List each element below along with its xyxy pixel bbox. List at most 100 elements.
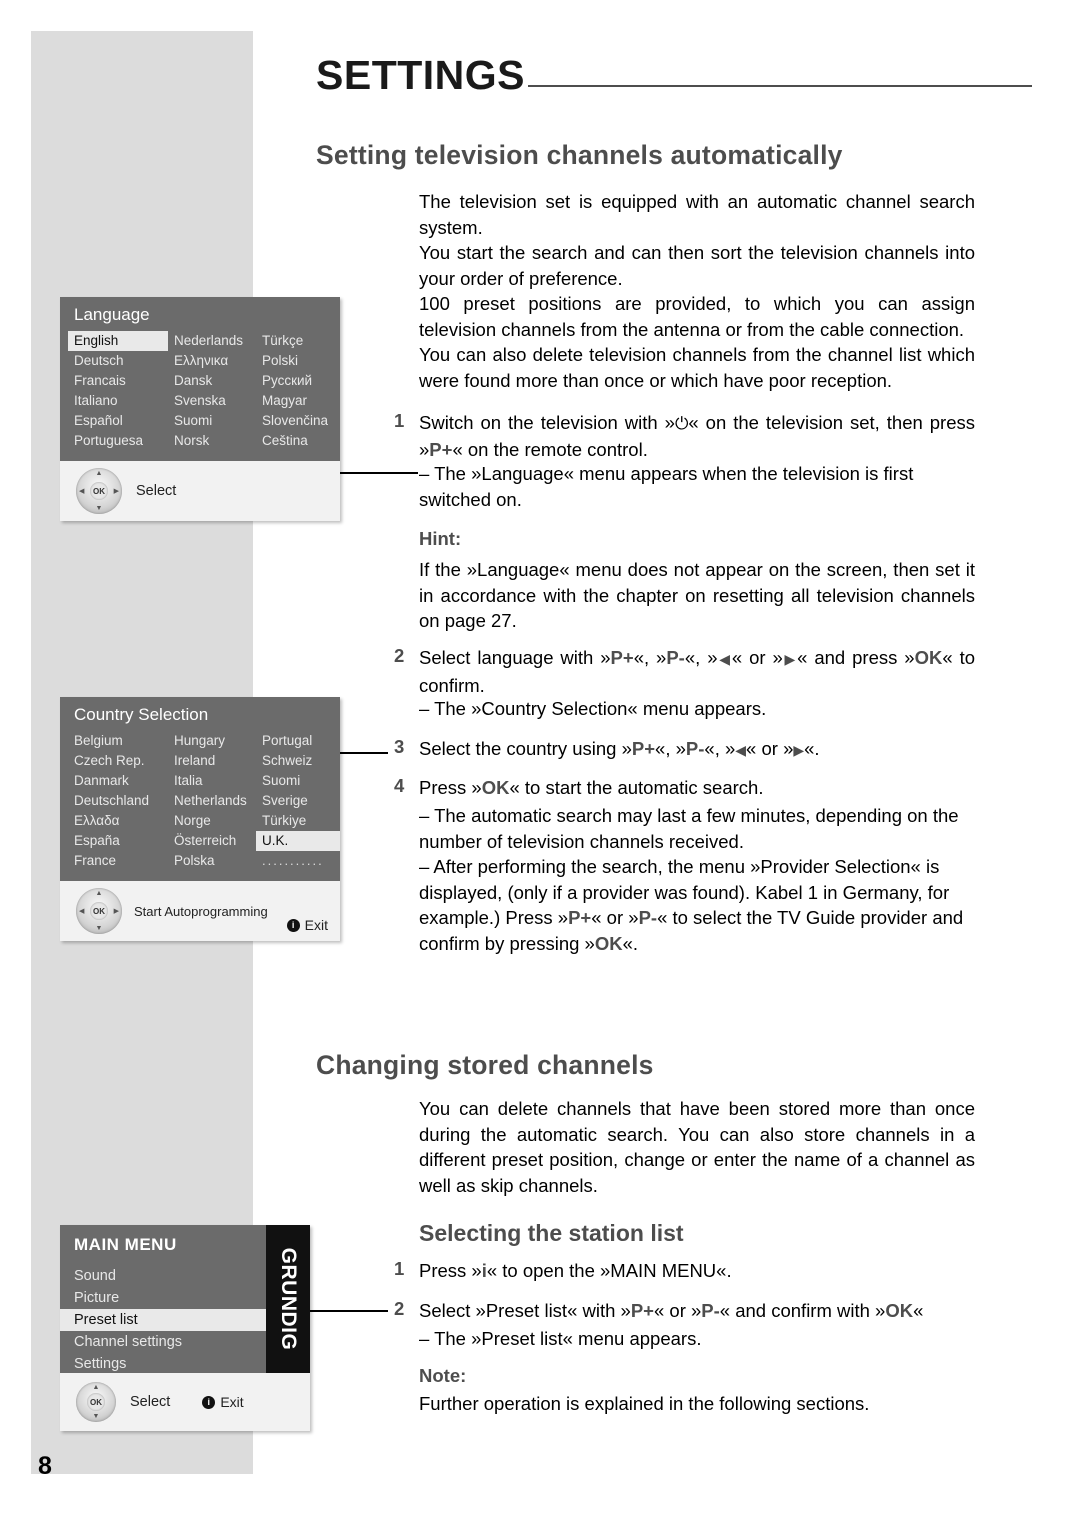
step-4-a: Press » (419, 777, 482, 798)
step-4-text: Press »OK« to start the automatic search… (419, 775, 975, 801)
country-item-turkiye[interactable]: Türkiye (256, 811, 340, 831)
language-item-suomi[interactable]: Suomi (168, 411, 256, 431)
language-item-turkce[interactable]: Türkçe (256, 331, 340, 351)
key-p-minus-3: P- (685, 738, 705, 759)
language-item-portuguesa[interactable]: Portuguesa (68, 431, 168, 451)
step-4-d2-d: «. (622, 932, 639, 954)
step-4-d2-b: « or » (591, 907, 639, 928)
country-item-suomi[interactable]: Suomi (256, 771, 340, 791)
note-label: Note: (419, 1365, 467, 1386)
header-rule (528, 85, 1032, 87)
osd-country-title: Country Selection (74, 705, 209, 724)
osd-language-col-2: Nederlands Ελληνικα Dansk Svenska Suomi … (168, 331, 256, 451)
dpad-ok-icon-mm: OK (87, 1393, 105, 1411)
osd-language-footer: ▲ ▼ ◀ ▶ OK Select (60, 461, 340, 521)
language-item-svenska[interactable]: Svenska (168, 391, 256, 411)
paragraph-1: The television set is equipped with an a… (419, 191, 975, 238)
dpad-up-arrow-icon: ▲ (95, 470, 103, 477)
osd-language-title: Language (74, 305, 150, 324)
language-item-deutsch[interactable]: Deutsch (68, 351, 168, 371)
step-2-a: Select language with » (419, 647, 611, 668)
country-item-france[interactable]: France (68, 851, 168, 871)
step-2-c: «, » (684, 647, 718, 668)
step-1-part-a: Switch on the television with » (419, 412, 675, 433)
language-item-slovencina[interactable]: Slovenčina (256, 411, 340, 431)
connector-line-language (340, 472, 418, 474)
osd-country-col-2: Hungary Ireland Italia Netherlands Norge… (168, 731, 256, 871)
arrow-left-icon: ◀ (717, 651, 732, 667)
step-3-d: « or » (746, 738, 794, 759)
osd-main-menu-exit[interactable]: i Exit (202, 1394, 244, 1410)
language-item-english[interactable]: English (68, 331, 168, 351)
dpad-icon-country[interactable]: ▲ ▼ ◀ ▶ OK (76, 888, 122, 934)
section-title-changing: Changing stored channels (316, 1050, 654, 1080)
country-item-uk[interactable]: U.K. (256, 831, 340, 851)
info-icon-mainmenu: i (202, 1395, 216, 1409)
country-item-sverige[interactable]: Sverige (256, 791, 340, 811)
country-item-danmark[interactable]: Danmark (68, 771, 168, 791)
country-item-osterreich[interactable]: Österreich (168, 831, 256, 851)
country-item-deutschland[interactable]: Deutschland (68, 791, 168, 811)
country-item-polska[interactable]: Polska (168, 851, 256, 871)
language-item-francais[interactable]: Francais (68, 371, 168, 391)
osd-country-col-1: Belgium Czech Rep. Danmark Deutschland Ε… (60, 731, 168, 871)
country-item-italia[interactable]: Italia (168, 771, 256, 791)
country-item-norge[interactable]: Norge (168, 811, 256, 831)
key-ok-s2: OK (885, 1300, 914, 1321)
dpad-icon-mainmenu[interactable]: ▲ ▼ OK (76, 1382, 116, 1422)
country-item-schweiz[interactable]: Schweiz (256, 751, 340, 771)
grundig-logo-text: GRUNDIG (277, 1247, 300, 1351)
osd-country-exit[interactable]: i Exit (286, 917, 328, 933)
note-text: Further operation is explained in the fo… (419, 1393, 870, 1414)
key-p-plus-s2: P+ (630, 1300, 654, 1321)
station-step-1-text: Press »i« to open the »MAIN MENU«. (419, 1258, 975, 1284)
country-item-hungary[interactable]: Hungary (168, 731, 256, 751)
country-item-ellada[interactable]: Ελλαδα (68, 811, 168, 831)
grundig-logo: GRUNDIG (266, 1225, 310, 1373)
dpad-right-arrow-icon-country: ▶ (113, 908, 119, 915)
step-number-2: 2 (394, 645, 405, 666)
step-1-dash: – The »Language« menu appears when the t… (419, 463, 914, 510)
step-3-text: Select the country using »P+«, »P-«, »◀«… (419, 736, 975, 764)
key-p-plus-4: P+ (568, 907, 592, 928)
language-item-norsk[interactable]: Norsk (168, 431, 256, 451)
country-item-espana[interactable]: España (68, 831, 168, 851)
paragraph-3: 100 preset positions are provided, to wh… (419, 293, 975, 340)
osd-language-select-label: Select (136, 483, 177, 499)
info-icon-country: i (286, 918, 300, 932)
arrow-left-icon-3: ◀ (735, 742, 747, 758)
key-ok-4b: OK (594, 932, 623, 954)
language-item-ellinika[interactable]: Ελληνικα (168, 351, 256, 371)
osd-language-col-3: Türkçe Polski Русский Magyar Slovenčina … (256, 331, 340, 451)
language-item-dansk[interactable]: Dansk (168, 371, 256, 391)
step-number-1: 1 (394, 410, 405, 431)
dpad-left-arrow-icon-country: ◀ (79, 908, 85, 915)
country-item-czech-rep[interactable]: Czech Rep. (68, 751, 168, 771)
country-item-portugal[interactable]: Portugal (256, 731, 340, 751)
country-item-belgium[interactable]: Belgium (68, 731, 168, 751)
language-item-espanol[interactable]: Español (68, 411, 168, 431)
language-item-italiano[interactable]: Italiano (68, 391, 168, 411)
language-item-magyar[interactable]: Magyar (256, 391, 340, 411)
osd-main-menu-exit-label: Exit (220, 1394, 244, 1410)
key-p-plus-2: P+ (610, 647, 634, 668)
page-number: 8 (38, 1452, 52, 1480)
step-3-b: «, » (655, 738, 686, 759)
step-2-dash: – The »Country Selection« menu appears. (419, 698, 767, 719)
language-item-russian[interactable]: Русский (256, 371, 340, 391)
step-number-3: 3 (394, 736, 405, 757)
language-item-cestina[interactable]: Ceština (256, 431, 340, 451)
language-item-polski[interactable]: Polski (256, 351, 340, 371)
page-title: SETTINGS (316, 52, 526, 98)
country-item-ireland[interactable]: Ireland (168, 751, 256, 771)
language-item-nederlands[interactable]: Nederlands (168, 331, 256, 351)
osd-main-menu-select-label: Select (130, 1394, 171, 1410)
key-p-minus-4: P- (638, 907, 658, 928)
step-2-d: « or » (731, 647, 783, 668)
main-menu-item-preset-list[interactable]: Preset list (60, 1309, 296, 1331)
dpad-down-arrow-icon: ▼ (95, 505, 103, 512)
hint-label: Hint: (419, 528, 462, 549)
dpad-icon[interactable]: ▲ ▼ ◀ ▶ OK (76, 468, 122, 514)
country-item-netherlands[interactable]: Netherlands (168, 791, 256, 811)
osd-country-body: Country Selection Belgium Czech Rep. Dan… (60, 697, 340, 881)
